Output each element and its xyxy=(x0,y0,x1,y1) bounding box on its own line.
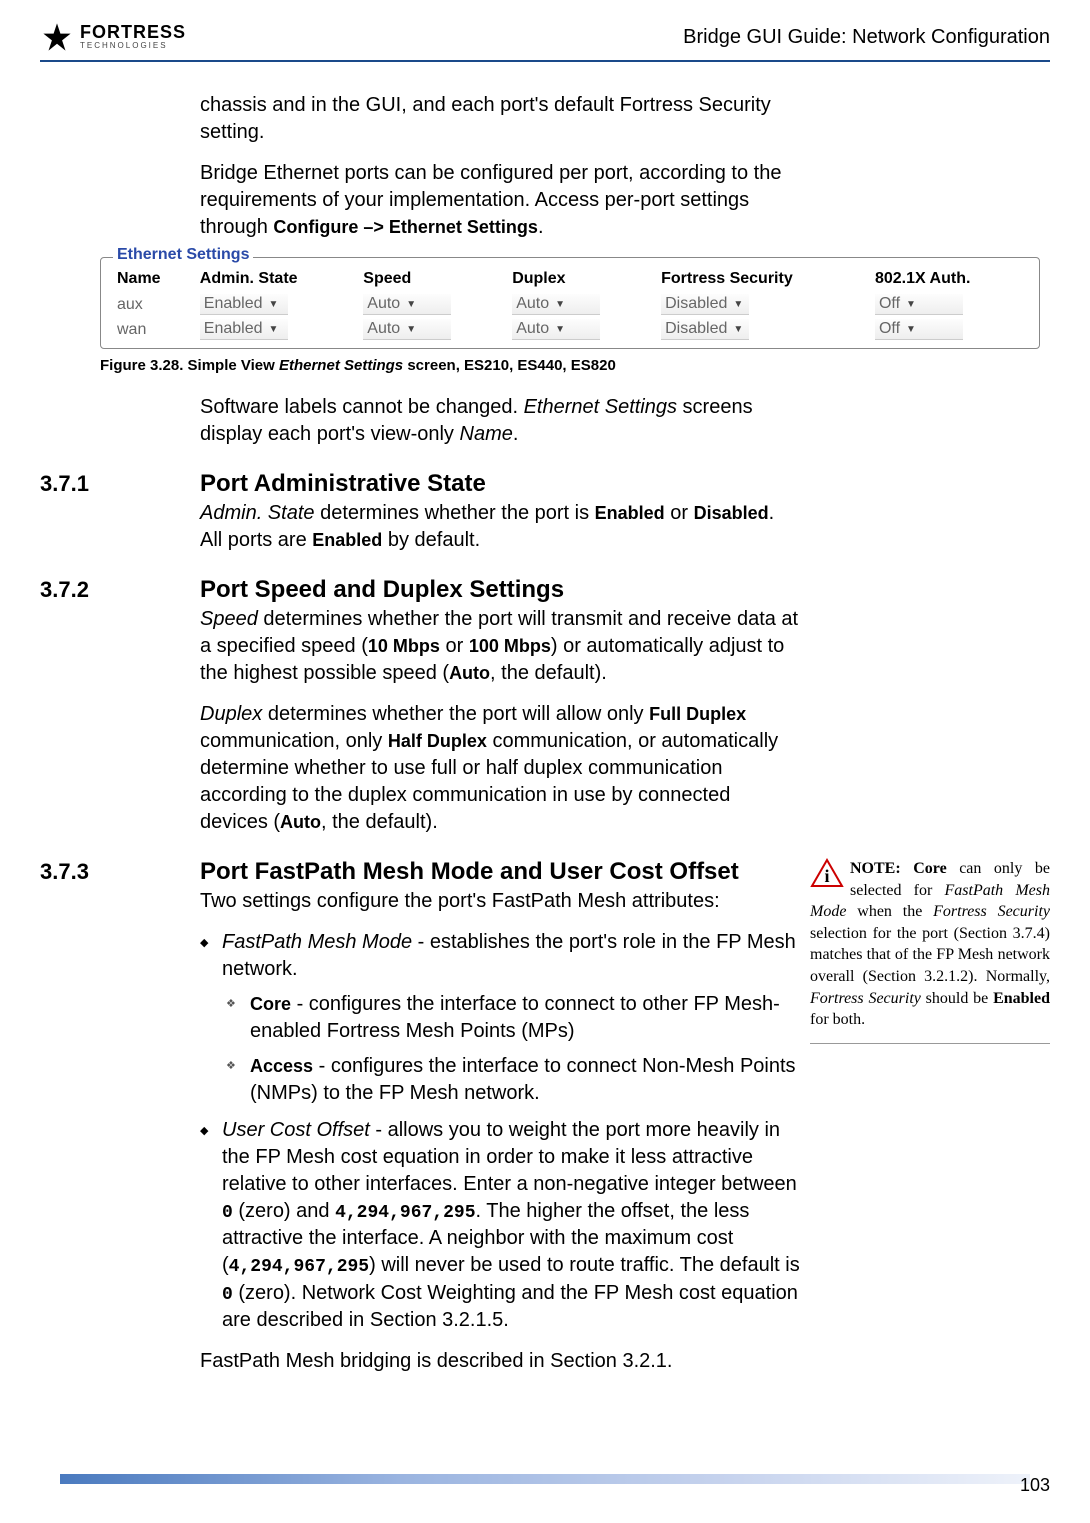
info-warning-icon: i xyxy=(810,858,844,895)
section-number: 3.7.3 xyxy=(40,859,200,885)
page-header: FORTRESS TECHNOLOGIES Bridge GUI Guide: … xyxy=(40,20,1050,62)
ethernet-settings-screenshot: Ethernet Settings Name Admin. State Spee… xyxy=(100,257,1040,349)
security-dropdown[interactable]: Disabled▼ xyxy=(661,294,749,315)
admin-state-dropdown[interactable]: Enabled▼ xyxy=(200,319,288,340)
speed-dropdown[interactable]: Auto▼ xyxy=(363,319,451,340)
table-row: wan Enabled▼ Auto▼ Auto▼ Disabled▼ Off▼ xyxy=(111,317,1029,342)
speed-dropdown[interactable]: Auto▼ xyxy=(363,294,451,315)
section-title: Port Administrative State xyxy=(200,470,486,498)
ethernet-settings-table: Name Admin. State Speed Duplex Fortress … xyxy=(111,266,1029,342)
table-header-row: Name Admin. State Speed Duplex Fortress … xyxy=(111,266,1029,292)
security-dropdown[interactable]: Disabled▼ xyxy=(661,319,749,340)
section-number: 3.7.2 xyxy=(40,577,200,603)
chevron-down-icon: ▼ xyxy=(268,299,278,310)
list-item: Core - configures the interface to conne… xyxy=(250,991,802,1045)
logo-text: FORTRESS xyxy=(80,24,186,40)
sub-bullet-list: Core - configures the interface to conne… xyxy=(222,991,802,1107)
chevron-down-icon: ▼ xyxy=(733,324,743,335)
chevron-down-icon: ▼ xyxy=(555,299,565,310)
duplex-dropdown[interactable]: Auto▼ xyxy=(512,319,600,340)
port-name-cell: aux xyxy=(111,292,194,317)
list-item: Access - configures the interface to con… xyxy=(250,1053,802,1107)
section-title: Port Speed and Duplex Settings xyxy=(200,576,564,604)
table-row: aux Enabled▼ Auto▼ Auto▼ Disabled▼ Off▼ xyxy=(111,292,1029,317)
groupbox-label: Ethernet Settings xyxy=(113,246,253,264)
intro-paragraph-1: chassis and in the GUI, and each port's … xyxy=(200,92,800,146)
page-number: 103 xyxy=(1020,1475,1050,1496)
chevron-down-icon: ▼ xyxy=(555,324,565,335)
chevron-down-icon: ▼ xyxy=(268,324,278,335)
footer-gradient-bar xyxy=(60,1474,1030,1484)
auth-dropdown[interactable]: Off▼ xyxy=(875,294,963,315)
bullet-list: FastPath Mesh Mode - establishes the por… xyxy=(200,929,802,1334)
duplex-dropdown[interactable]: Auto▼ xyxy=(512,294,600,315)
intro-paragraph-2: Bridge Ethernet ports can be configured … xyxy=(200,160,800,241)
port-name-cell: wan xyxy=(111,317,194,342)
chevron-down-icon: ▼ xyxy=(906,299,916,310)
section-title: Port FastPath Mesh Mode and User Cost Of… xyxy=(200,858,739,886)
section-372-p2: Duplex determines whether the port will … xyxy=(200,701,800,836)
chevron-down-icon: ▼ xyxy=(406,324,416,335)
after-figure-paragraph: Software labels cannot be changed. Ether… xyxy=(200,394,800,448)
section-373-outro: FastPath Mesh bridging is described in S… xyxy=(200,1348,800,1375)
auth-dropdown[interactable]: Off▼ xyxy=(875,319,963,340)
document-title: Bridge GUI Guide: Network Configuration xyxy=(683,26,1050,49)
list-item: User Cost Offset - allows you to weight … xyxy=(222,1117,802,1334)
chevron-down-icon: ▼ xyxy=(906,324,916,335)
logo: FORTRESS TECHNOLOGIES xyxy=(40,20,186,54)
list-item: FastPath Mesh Mode - establishes the por… xyxy=(222,929,802,1107)
svg-text:i: i xyxy=(824,866,829,886)
chevron-down-icon: ▼ xyxy=(406,299,416,310)
figure-caption: Figure 3.28. Simple View Ethernet Settin… xyxy=(100,357,1020,374)
fortress-logo-icon xyxy=(40,20,74,54)
chevron-down-icon: ▼ xyxy=(733,299,743,310)
section-372-p1: Speed determines whether the port will t… xyxy=(200,606,800,687)
section-number: 3.7.1 xyxy=(40,471,200,497)
section-373-intro: Two settings configure the port's FastPa… xyxy=(200,888,800,915)
admin-state-dropdown[interactable]: Enabled▼ xyxy=(200,294,288,315)
section-371-body: Admin. State determines whether the port… xyxy=(200,500,800,554)
margin-note: i NOTE: Core can only be selected for Fa… xyxy=(810,858,1050,1044)
